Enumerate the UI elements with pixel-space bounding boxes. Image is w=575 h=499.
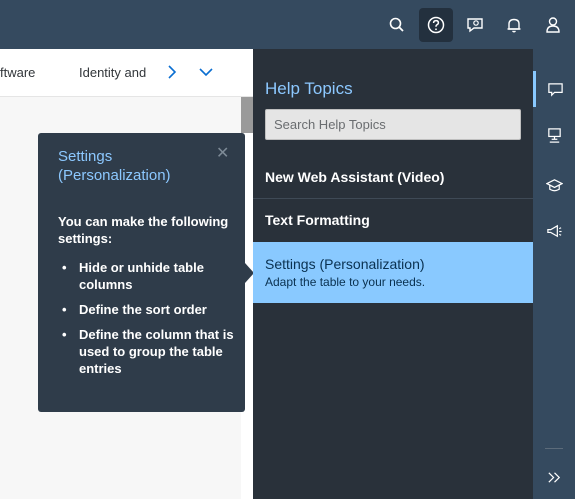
callout-intro: You can make the following settings: [58,214,229,246]
callout-title: Settings (Personalization) [58,148,171,184]
learning-icon[interactable] [533,167,575,203]
topic-label: New Web Assistant (Video) [265,169,445,185]
topic-label: Text Formatting [265,212,370,228]
list-item: • Define the column that is used to group… [62,327,234,376]
whats-new-icon[interactable] [533,213,575,249]
list-item-text: Hide or unhide table columns [79,260,204,292]
rail-divider [545,448,563,449]
help-panel-title: Help Topics [265,79,353,98]
shell-actions [380,0,575,49]
search-icon[interactable] [380,8,414,42]
feedback-icon[interactable] [458,8,492,42]
tab-software[interactable]: ftware [0,65,35,80]
topic-label: Settings (Personalization) [265,256,425,272]
search-input[interactable] [265,109,521,140]
close-icon[interactable]: ✕ [216,143,229,163]
notifications-icon[interactable] [497,8,531,42]
help-topics-icon[interactable] [533,71,575,107]
list-item: • Define the sort order [62,302,207,317]
topic-description: Adapt the table to your needs. [265,275,426,289]
guided-tours-icon[interactable] [533,117,575,153]
shell-bar [0,0,575,49]
tab-bar: ftware Identity and [0,49,253,97]
topic-settings-personalization[interactable]: Settings (Personalization) Adapt the tab… [253,242,533,303]
list-item: • Hide or unhide table columns [62,260,204,292]
list-item-text: Define the sort order [79,302,207,317]
collapse-icon[interactable] [533,459,575,495]
chevron-right-icon[interactable] [166,63,178,86]
user-icon[interactable] [536,8,570,42]
help-icon[interactable] [419,7,453,42]
help-callout: Settings (Personalization) ✕ You can mak… [38,133,245,412]
chevron-down-icon[interactable] [198,63,214,86]
help-panel: Help Topics New Web Assistant (Video) Te… [253,49,533,499]
topic-text-formatting[interactable]: Text Formatting [253,197,533,243]
tab-identity[interactable]: Identity and [79,65,146,80]
side-rail [533,49,575,499]
scrollbar-thumb[interactable] [241,97,253,133]
callout-list: • Hide or unhide table columns • Define th… [58,259,236,385]
topic-new-web-assistant[interactable]: New Web Assistant (Video) [253,153,533,199]
list-item-text: Define the column that is used to group … [79,327,234,376]
